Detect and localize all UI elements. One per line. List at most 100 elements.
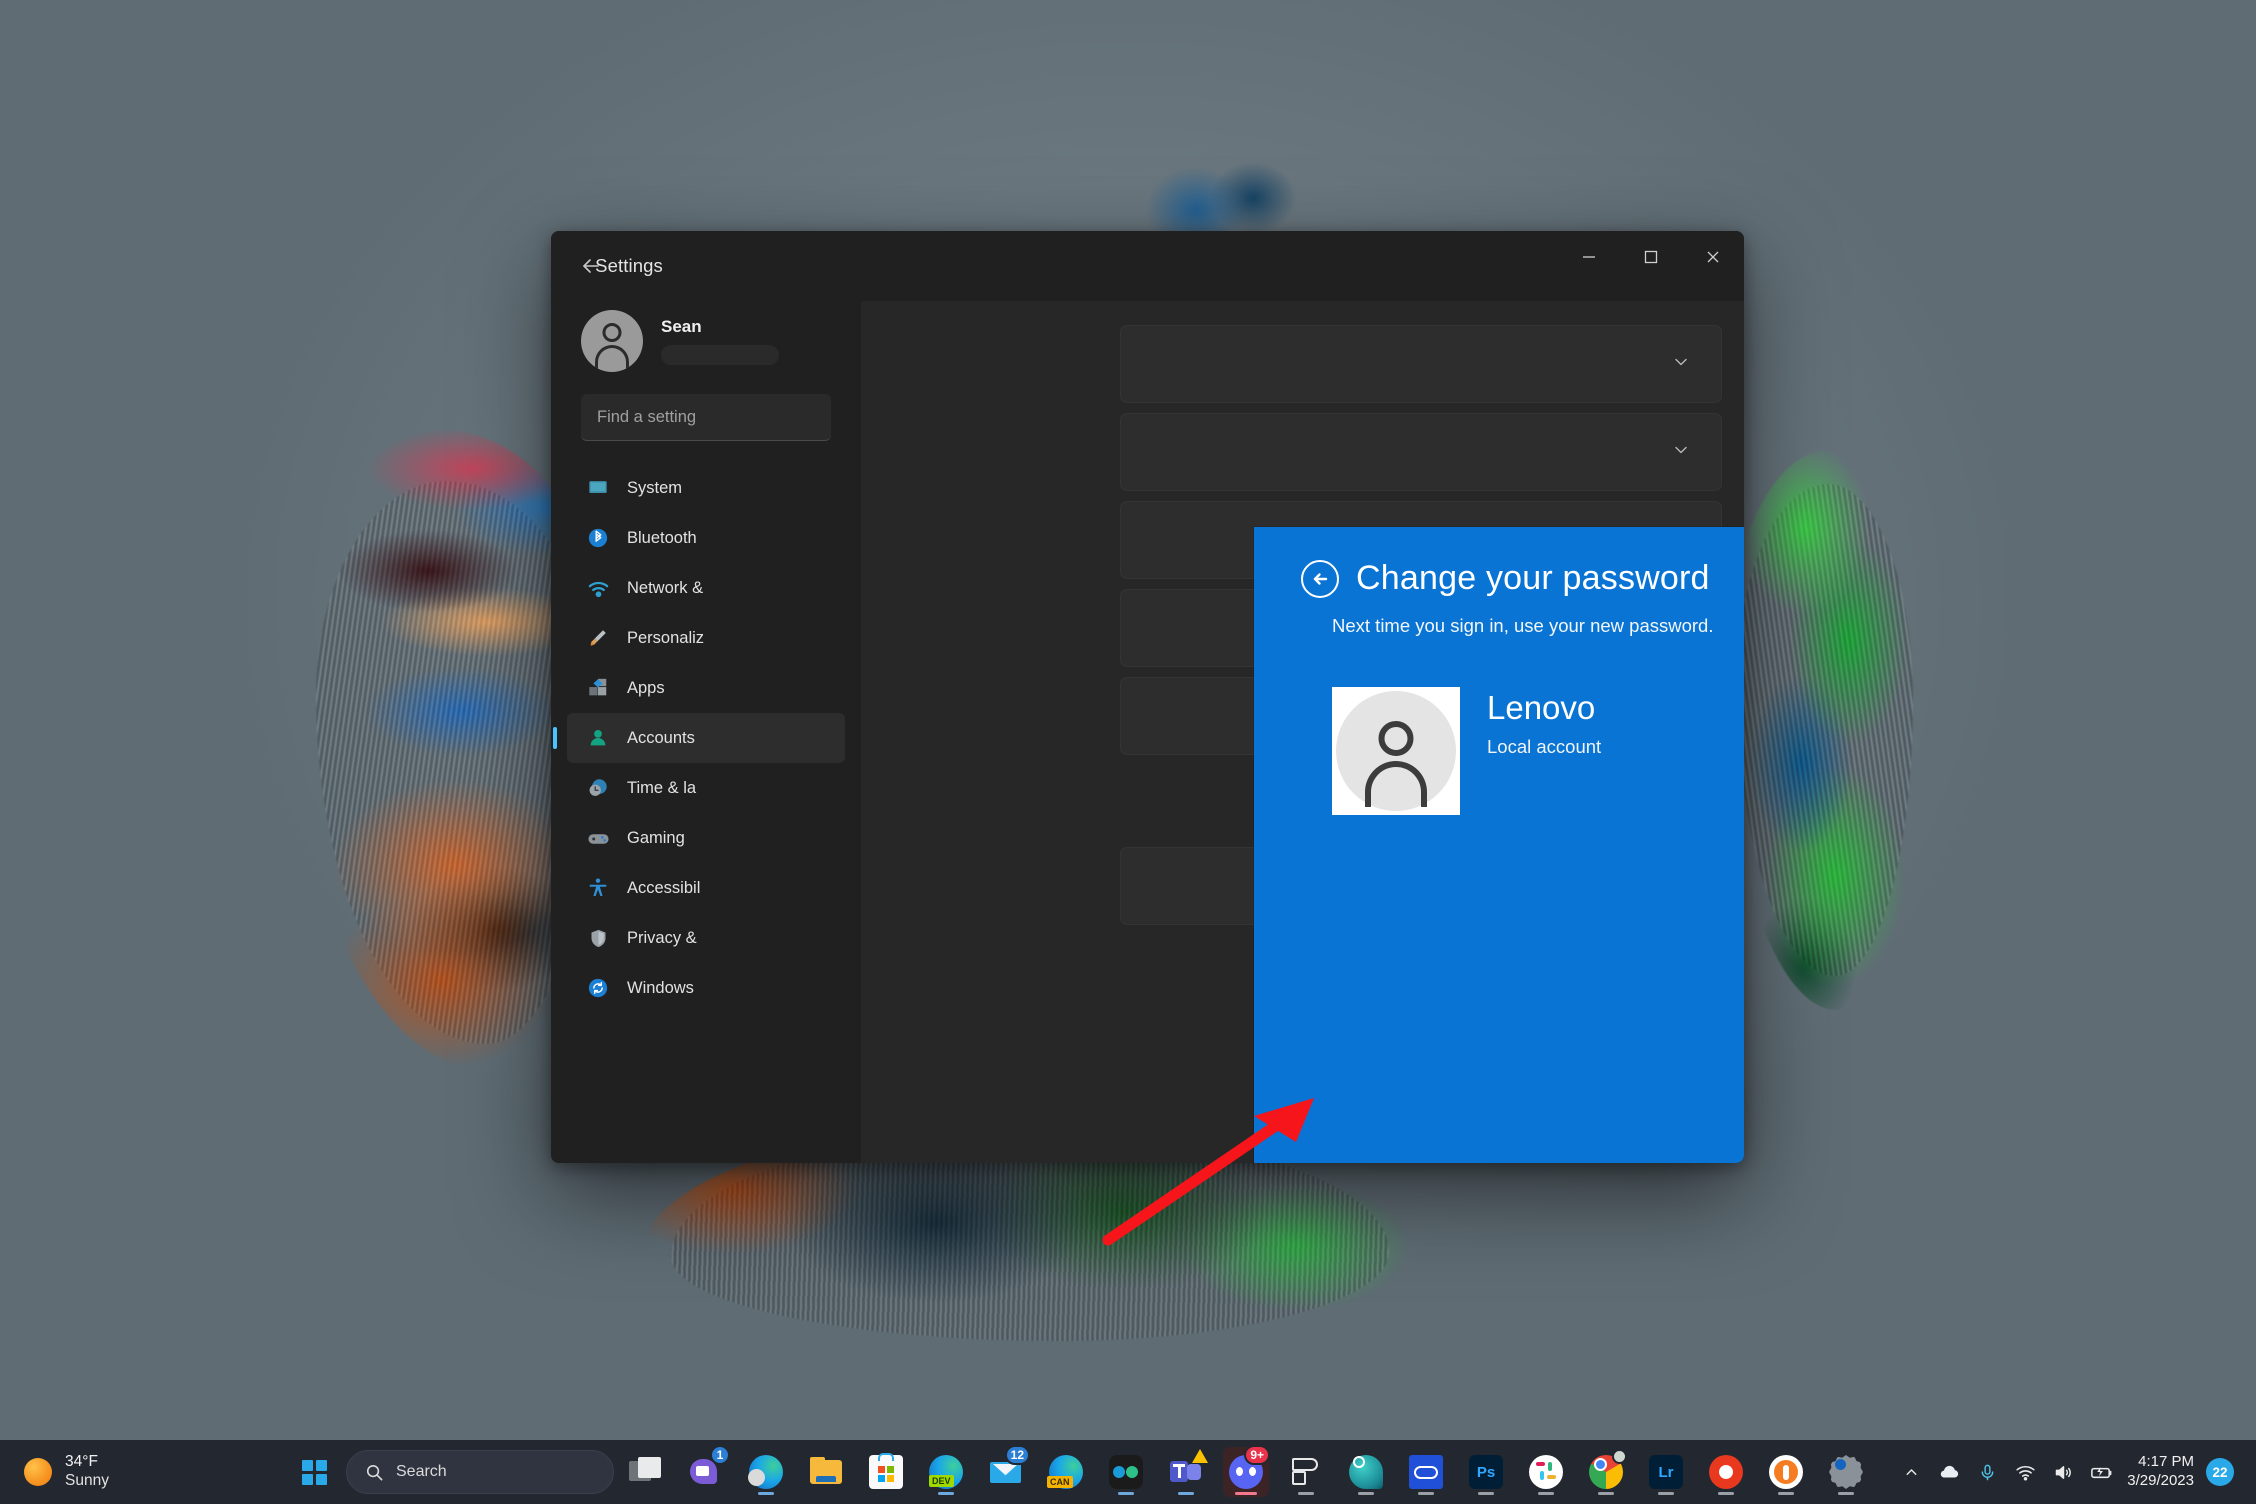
wifi-icon[interactable] xyxy=(2007,1450,2043,1494)
sidebar-item-network[interactable]: Network & xyxy=(567,563,845,613)
sidebar-item-label: Network & xyxy=(627,578,704,597)
running-indicator xyxy=(758,1491,774,1495)
sidebar-item-label: Privacy & xyxy=(627,928,697,947)
dialog-user-block: Lenovo Local account xyxy=(1332,687,1601,815)
search-input[interactable]: Find a setting xyxy=(581,394,831,441)
settings-card[interactable] xyxy=(1120,413,1722,491)
running-indicator xyxy=(1298,1491,1314,1495)
running-indicator xyxy=(1178,1491,1194,1495)
figma-icon[interactable] xyxy=(1283,1447,1329,1497)
running-indicator xyxy=(1658,1491,1674,1495)
sidebar-item-personaliz[interactable]: Personaliz xyxy=(567,613,845,663)
sidebar-item-label: Bluetooth xyxy=(627,528,697,547)
minimize-icon[interactable] xyxy=(1558,231,1620,283)
generic-user-avatar xyxy=(1332,687,1460,815)
cloud-icon[interactable] xyxy=(1931,1450,1967,1494)
bluetooth-icon xyxy=(585,525,611,551)
edge-profile-icon[interactable] xyxy=(743,1447,789,1497)
maximize-icon[interactable] xyxy=(1620,231,1682,283)
wifi-icon xyxy=(585,575,611,601)
sidebar-item-windows[interactable]: Windows xyxy=(567,963,845,1013)
running-indicator xyxy=(1778,1491,1794,1495)
clock-globe-icon xyxy=(585,775,611,801)
microsoft-teams-icon[interactable] xyxy=(1163,1447,1209,1497)
taskbar-search-input[interactable]: Search xyxy=(346,1450,614,1494)
chevron-up-icon[interactable] xyxy=(1893,1450,1929,1494)
sidebar-item-privacy[interactable]: Privacy & xyxy=(567,913,845,963)
sidebar-item-label: Accessibil xyxy=(627,878,701,897)
microsoft-store-icon[interactable] xyxy=(863,1447,909,1497)
file-explorer-icon[interactable] xyxy=(803,1447,849,1497)
search-placeholder: Find a setting xyxy=(597,407,697,426)
google-chrome-icon[interactable] xyxy=(1583,1447,1629,1497)
sidebar-item-system[interactable]: System xyxy=(567,463,845,513)
photoshop-icon[interactable]: Ps xyxy=(1463,1447,1509,1497)
slack-icon[interactable] xyxy=(1523,1447,1569,1497)
snipping-tool-icon[interactable] xyxy=(1403,1447,1449,1497)
sidebar-nav: System Bluetooth Network & Personaliz Apps Ac… xyxy=(553,463,861,1013)
window-title: Settings xyxy=(595,255,663,276)
edge-canary-icon[interactable]: CAN xyxy=(1043,1447,1089,1497)
taskbar-search-placeholder: Search xyxy=(396,1463,447,1480)
sidebar-item-gaming[interactable]: Gaming xyxy=(567,813,845,863)
discord-badge: 9+ xyxy=(1244,1445,1270,1465)
lightroom-icon[interactable]: Lr xyxy=(1643,1447,1689,1497)
chevron-down-icon xyxy=(1671,352,1691,377)
running-indicator xyxy=(1235,1491,1257,1495)
speaker-icon[interactable] xyxy=(2045,1450,2081,1494)
sidebar-item-label: Windows xyxy=(627,978,694,997)
dialog-header: Change your password xyxy=(1301,559,1710,598)
sidebar-item-accounts[interactable]: Accounts xyxy=(553,713,845,763)
edge-dev-icon[interactable]: DEV xyxy=(923,1447,969,1497)
taskbar-center: Search 1 DEV 12 CAN 9+ Ps Lr xyxy=(292,1445,1874,1497)
running-indicator xyxy=(1358,1491,1374,1495)
circle-back-arrow-icon[interactable] xyxy=(1301,559,1339,598)
settings-card[interactable] xyxy=(1120,325,1722,403)
accessibility-icon xyxy=(585,875,611,901)
settings-gear-icon[interactable] xyxy=(1823,1447,1869,1497)
dialog-subtitle: Next time you sign in, use your new pass… xyxy=(1332,615,1714,636)
clock-time: 4:17 PM xyxy=(2138,1453,2194,1471)
system-tray: 4:17 PM 3/29/2023 22 xyxy=(1893,1450,2256,1494)
profile-text: Sean xyxy=(661,317,779,365)
sidebar-item-apps[interactable]: Apps xyxy=(567,663,845,713)
mail-icon[interactable]: 12 xyxy=(983,1445,1030,1497)
change-password-dialog: Change your password Next time you sign … xyxy=(1254,527,1744,1163)
taskbar-clock[interactable]: 4:17 PM 3/29/2023 xyxy=(2127,1453,2194,1491)
sidebar-item-bluetooth[interactable]: Bluetooth xyxy=(567,513,845,563)
taskbar-weather-widget[interactable]: 34°F Sunny xyxy=(24,1453,274,1490)
apps-icon xyxy=(585,675,611,701)
taskbar: 34°F Sunny Search 1 DEV 12 CAN 9+ Ps Lr … xyxy=(0,1440,2256,1504)
everything-search-icon[interactable] xyxy=(1343,1447,1389,1497)
weather-condition: Sunny xyxy=(65,1472,109,1489)
battery-charging-icon[interactable] xyxy=(2083,1450,2119,1494)
gamepad-icon xyxy=(585,825,611,851)
search-icon xyxy=(366,1464,383,1480)
dialog-account-type: Local account xyxy=(1487,736,1602,757)
openvpn-icon[interactable] xyxy=(1763,1447,1809,1497)
sidebar-item-label: Apps xyxy=(627,678,665,697)
sidebar-item-time-la[interactable]: Time & la xyxy=(567,763,845,813)
notification-count-badge[interactable]: 22 xyxy=(2206,1458,2234,1486)
paintbrush-icon xyxy=(585,625,611,651)
mail-badge: 12 xyxy=(1004,1445,1030,1465)
running-indicator xyxy=(1718,1491,1734,1495)
sidebar-item-label: Gaming xyxy=(627,828,685,847)
close-icon[interactable] xyxy=(1682,231,1744,283)
task-view-icon[interactable] xyxy=(623,1447,669,1497)
teams-badge: 1 xyxy=(710,1445,730,1465)
windows-start-icon[interactable] xyxy=(292,1450,336,1494)
opera-icon[interactable] xyxy=(1703,1447,1749,1497)
whale-browser-icon[interactable] xyxy=(1103,1447,1149,1497)
sidebar-profile[interactable]: Sean xyxy=(581,310,779,372)
microphone-icon[interactable] xyxy=(1969,1450,2005,1494)
chevron-down-icon xyxy=(1671,440,1691,465)
sidebar-item-label: Accounts xyxy=(627,728,695,747)
settings-window: Settings Sean Find a setting System Blue… xyxy=(551,231,1744,1163)
discord-icon[interactable]: 9+ xyxy=(1223,1445,1270,1497)
teams-chat-icon[interactable]: 1 xyxy=(683,1445,730,1497)
running-indicator xyxy=(1538,1491,1554,1495)
window-title-bar: Settings xyxy=(551,231,1744,301)
windows-update-icon xyxy=(585,975,611,1001)
sidebar-item-accessibil[interactable]: Accessibil xyxy=(567,863,845,913)
